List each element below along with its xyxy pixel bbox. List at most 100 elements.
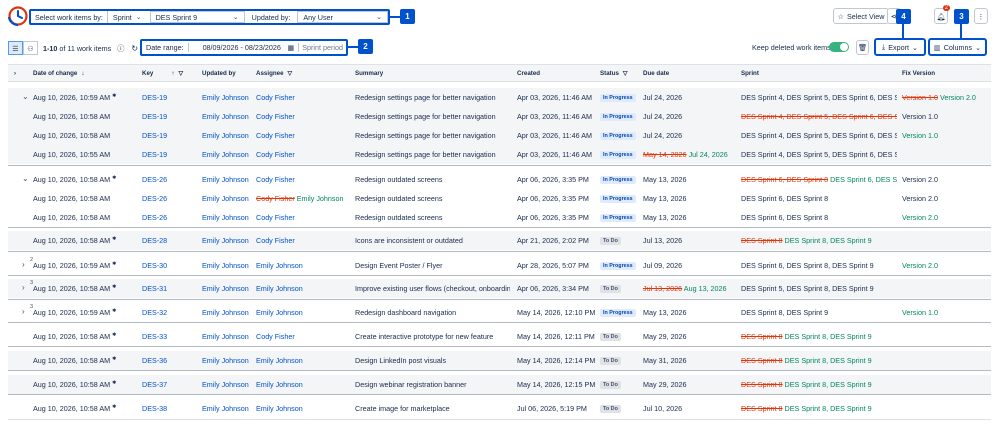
keep-deleted-toggle[interactable] (829, 42, 849, 52)
cell-summary[interactable]: Improve existing user flows (checkout, o… (355, 284, 510, 293)
sprint-period-button[interactable]: Sprint period (298, 43, 346, 52)
cell-updated-by[interactable]: Emily Johnson (202, 356, 249, 365)
cell-summary[interactable]: Redesign settings page for better naviga… (355, 131, 510, 140)
col-updated-by[interactable]: Updated by (202, 70, 236, 77)
cell-key[interactable]: DES-30 (142, 261, 167, 270)
cell-key[interactable]: DES-38 (142, 404, 167, 413)
cell-summary[interactable]: Icons are inconsistent or outdated (355, 236, 510, 245)
table-row[interactable]: Aug 10, 2026, 10:58 AM DES-26 Emily Johnso… (8, 189, 991, 208)
select-by-dropdown[interactable]: Sprint ⌄ (106, 11, 147, 23)
cell-updated-by[interactable]: Emily Johnson (202, 284, 249, 293)
expand-row-icon[interactable]: › (22, 307, 25, 316)
col-status[interactable]: Status ▽ (600, 70, 628, 77)
cell-key[interactable]: DES-33 (142, 332, 167, 341)
table-row[interactable]: Aug 10, 2026, 10:58 AM DES-19 Emily Johnso… (8, 107, 991, 126)
group-view-button[interactable]: ⚇ (23, 41, 38, 55)
cell-summary[interactable]: Design LinkedIn post visuals (355, 356, 510, 365)
assignee-name[interactable]: Cody Fisher (256, 150, 295, 159)
table-row[interactable]: Aug 10, 2026, 10:58 AM ✱ DES-37 Emily John… (8, 375, 991, 394)
assignee-name[interactable]: Cody Fisher (256, 131, 295, 140)
sprint-dropdown[interactable]: DES Sprint 9 ⌄ (149, 11, 245, 23)
col-due[interactable]: Due date (643, 70, 669, 77)
col-sprint[interactable]: Sprint (741, 70, 759, 77)
expand-row-icon[interactable]: ⌄ (22, 174, 29, 183)
assignee-name[interactable]: Emily Johnson (256, 356, 303, 365)
expand-row-icon[interactable]: ⌄ (22, 92, 29, 101)
assignee-name[interactable]: Cody Fisher (256, 112, 295, 121)
table-row[interactable]: › 3 Aug 10, 2026, 10:58 AM ✱ DES-31 Emily Jo… (8, 279, 991, 298)
trash-button[interactable]: 🗑︎ (856, 40, 869, 55)
cell-key[interactable]: DES-37 (142, 380, 167, 389)
assignee-name[interactable]: Emily Johnson (256, 380, 303, 389)
table-row[interactable]: Aug 10, 2026, 10:58 AM ✱ DES-36 Emily John… (8, 351, 991, 370)
cell-key[interactable]: DES-28 (142, 236, 167, 245)
cell-updated-by[interactable]: Emily Johnson (202, 380, 249, 389)
cell-updated-by[interactable]: Emily Johnson (202, 404, 249, 413)
cell-updated-by[interactable]: Emily Johnson (202, 213, 249, 222)
col-date[interactable]: Date of change ↓ (33, 70, 84, 77)
cell-key[interactable]: DES-19 (142, 131, 167, 140)
date-range-input[interactable]: 08/09/2026 - 08/23/2026 ▦ (189, 43, 299, 52)
list-view-button[interactable]: ☰ (8, 41, 23, 55)
cell-key[interactable]: DES-19 (142, 150, 167, 159)
cell-key[interactable]: DES-26 (142, 175, 167, 184)
more-options-button[interactable]: ⋮ (974, 8, 988, 24)
table-row[interactable]: Aug 10, 2026, 10:58 AM ✱ DES-38 Emily John… (8, 399, 991, 418)
assignee-name[interactable]: Cody Fisher (256, 236, 295, 245)
col-created[interactable]: Created (517, 70, 540, 77)
cell-updated-by[interactable]: Emily Johnson (202, 194, 249, 203)
cell-summary[interactable]: Create interactive prototype for new fea… (355, 332, 510, 341)
assignee-name[interactable]: Cody Fisher (256, 213, 295, 222)
columns-button[interactable]: ▥ Columns ⌄ (928, 38, 987, 56)
cell-updated-by[interactable]: Emily Johnson (202, 150, 249, 159)
assignee-name[interactable]: Emily Johnson (256, 284, 303, 293)
cell-updated-by[interactable]: Emily Johnson (202, 332, 249, 341)
select-view-button[interactable]: ☆ Select View (833, 8, 889, 24)
cell-summary[interactable]: Design Event Poster / Flyer (355, 261, 510, 270)
expand-all-icon[interactable]: › (14, 70, 16, 77)
cell-updated-by[interactable]: Emily Johnson (202, 261, 249, 270)
cell-updated-by[interactable]: Emily Johnson (202, 175, 249, 184)
col-key[interactable]: Key ↑ ▽ (142, 70, 183, 77)
cell-key[interactable]: DES-32 (142, 308, 167, 317)
cell-summary[interactable]: Redesign dashboard navigation (355, 308, 510, 317)
assignee-name[interactable]: Emily Johnson (256, 308, 303, 317)
cell-key[interactable]: DES-36 (142, 356, 167, 365)
table-row[interactable]: › 3 Aug 10, 2026, 10:59 AM ✱ DES-32 Emily Jo… (8, 303, 991, 322)
table-row[interactable]: Aug 10, 2026, 10:58 AM DES-26 Emily Johnso… (8, 208, 991, 227)
table-row[interactable]: ⌄ Aug 10, 2026, 10:58 AM ✱ DES-26 Emily Joh… (8, 170, 991, 189)
cell-summary[interactable]: Redesign settings page for better naviga… (355, 150, 510, 159)
table-row[interactable]: Aug 10, 2026, 10:58 AM ✱ DES-33 Emily John… (8, 327, 991, 346)
expand-row-icon[interactable]: › (22, 283, 25, 292)
assignee-name[interactable]: Emily Johnson (256, 404, 303, 413)
table-row[interactable]: Aug 10, 2026, 10:58 AM ✱ DES-28 Emily John… (8, 231, 991, 250)
assignee-name[interactable]: Emily Johnson (256, 261, 303, 270)
cell-summary[interactable]: Redesign settings page for better naviga… (355, 112, 510, 121)
cell-key[interactable]: DES-19 (142, 112, 167, 121)
cell-summary[interactable]: Redesign outdated screens (355, 213, 510, 222)
table-row[interactable]: › 2 Aug 10, 2026, 10:59 AM ✱ DES-30 Emily Jo… (8, 256, 991, 275)
cell-summary[interactable]: Design webinar registration banner (355, 380, 510, 389)
new-assignee[interactable]: Emily Johnson (297, 194, 344, 203)
cell-summary[interactable]: Redesign settings page for better naviga… (355, 93, 510, 102)
col-summary[interactable]: Summary (355, 70, 383, 77)
assignee-name[interactable]: Cody Fisher (256, 93, 295, 102)
cell-updated-by[interactable]: Emily Johnson (202, 93, 249, 102)
cell-key[interactable]: DES-26 (142, 213, 167, 222)
updated-by-dropdown[interactable]: Any User ⌄ (297, 11, 388, 23)
assignee-name[interactable]: Cody Fisher (256, 332, 295, 341)
cell-key[interactable]: DES-31 (142, 284, 167, 293)
col-fix-version[interactable]: Fix Version (902, 70, 935, 77)
cell-key[interactable]: DES-19 (142, 93, 167, 102)
export-button[interactable]: ⤓ Export ⌄ (874, 38, 926, 56)
cell-updated-by[interactable]: Emily Johnson (202, 308, 249, 317)
col-assignee[interactable]: Assignee ▽ (256, 70, 292, 77)
cell-updated-by[interactable]: Emily Johnson (202, 131, 249, 140)
cell-summary[interactable]: Redesign outdated screens (355, 175, 510, 184)
cell-updated-by[interactable]: Emily Johnson (202, 112, 249, 121)
table-row[interactable]: ⌄ Aug 10, 2026, 10:59 AM ✱ DES-19 Emily Joh… (8, 88, 991, 107)
expand-row-icon[interactable]: › (22, 260, 25, 269)
cell-key[interactable]: DES-26 (142, 194, 167, 203)
cell-summary[interactable]: Redesign outdated screens (355, 194, 510, 203)
refresh-icon[interactable]: ↻ (131, 44, 138, 53)
